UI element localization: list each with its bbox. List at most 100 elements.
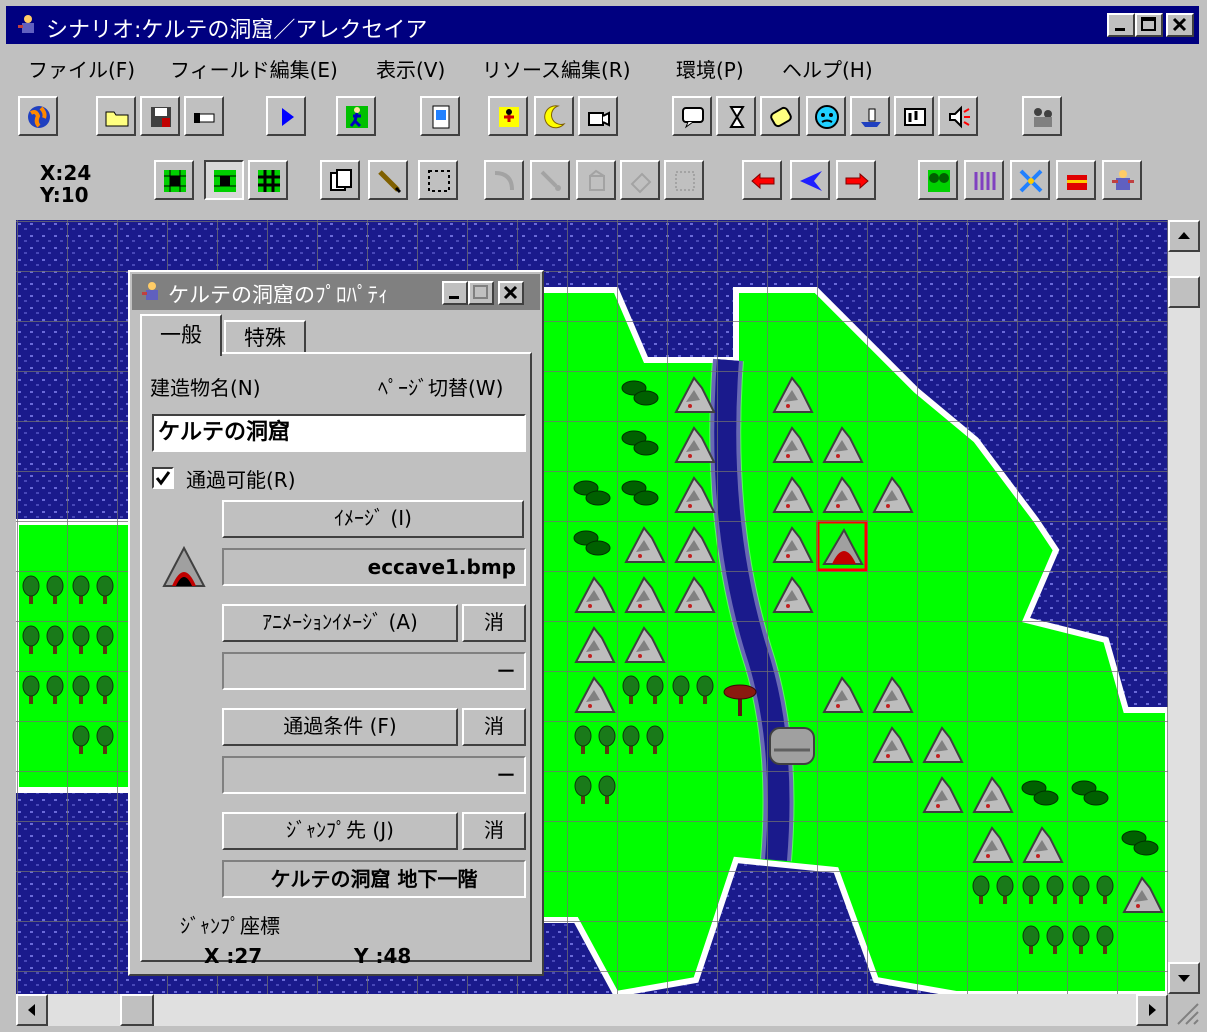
- checkmark-icon: [155, 471, 171, 486]
- party-button[interactable]: [1022, 96, 1062, 136]
- fence-button[interactable]: [964, 160, 1004, 200]
- sound-button[interactable]: [938, 96, 978, 136]
- tab-general[interactable]: 一般: [140, 314, 222, 356]
- menu-field-edit[interactable]: フィールド編集(E): [170, 54, 338, 83]
- jump-target-button[interactable]: ｼﾞｬﾝﾌﾟ先 (J): [222, 812, 458, 850]
- select-button[interactable]: [418, 160, 458, 200]
- passable-checkbox[interactable]: [152, 467, 174, 489]
- brush-button[interactable]: [530, 160, 570, 200]
- brush-icon: [540, 170, 561, 191]
- dialog-title: ケルテの洞窟のﾌﾟﾛﾊﾟﾃｨ: [168, 283, 389, 307]
- character-icon: [1112, 170, 1134, 190]
- select-rect-icon: [428, 170, 450, 192]
- forest-button[interactable]: [918, 160, 958, 200]
- camera-button[interactable]: [578, 96, 618, 136]
- arrow-left-icon: [751, 172, 775, 190]
- arrow-right-icon: [845, 172, 869, 190]
- arrow-right-small-icon: [1149, 1004, 1156, 1016]
- eraser-button[interactable]: [620, 160, 660, 200]
- night-button[interactable]: [534, 96, 574, 136]
- play-button[interactable]: [266, 96, 306, 136]
- page-switch-label[interactable]: ﾍﾟｰｼﾞ切替(W): [378, 372, 503, 401]
- folder-open-icon: [105, 111, 129, 127]
- clear-condition-button[interactable]: 消: [462, 708, 526, 746]
- walk-button[interactable]: [336, 96, 376, 136]
- pass-condition-button[interactable]: 通過条件 (F): [222, 708, 458, 746]
- paste-button[interactable]: [664, 160, 704, 200]
- battle-button[interactable]: [1010, 160, 1050, 200]
- menu-environment[interactable]: 環境(P): [676, 54, 744, 83]
- boat-button[interactable]: [850, 96, 890, 136]
- general-panel: 建造物名(N) ﾍﾟｰｼﾞ切替(W) ケルテの洞窟 通過可能(R) ｲﾒｰｼﾞ …: [140, 352, 532, 968]
- jump-y-value: Y :48: [354, 944, 412, 968]
- fill-button[interactable]: [576, 160, 616, 200]
- animation-image-button[interactable]: ｱﾆﾒｰｼｮﾝｲﾒｰｼﾞ (A): [222, 604, 458, 642]
- vertical-scrollbar[interactable]: [1168, 220, 1200, 994]
- open-button[interactable]: [96, 96, 136, 136]
- scroll-button[interactable]: [760, 96, 800, 136]
- arrow-back-button[interactable]: [790, 160, 830, 200]
- app-icon: [18, 15, 34, 33]
- image-filename: eccave1.bmp: [222, 548, 526, 586]
- clear-animation-button[interactable]: 消: [462, 604, 526, 642]
- maximize-icon: [1141, 17, 1156, 31]
- fence-icon: [974, 172, 996, 190]
- scroll-right-button[interactable]: [1136, 994, 1168, 1026]
- wait-button[interactable]: [716, 96, 756, 136]
- hourglass-icon: [729, 106, 745, 128]
- arrow-right-button[interactable]: [836, 160, 876, 200]
- scroll-up-button[interactable]: [1168, 220, 1200, 252]
- boat-icon: [861, 108, 881, 127]
- building-name-input[interactable]: ケルテの洞窟: [152, 414, 526, 452]
- treasure-button[interactable]: [1056, 160, 1096, 200]
- horizontal-scroll-thumb[interactable]: [120, 994, 154, 1026]
- image-button[interactable]: ｲﾒｰｼﾞ (I): [222, 500, 524, 538]
- dialog-title-bar[interactable]: ケルテの洞窟のﾌﾟﾛﾊﾟﾃｨ: [132, 274, 540, 310]
- treasure-icon: [1067, 175, 1087, 190]
- arrow-down-icon: [1178, 975, 1190, 982]
- message-button[interactable]: [672, 96, 712, 136]
- arrow-left-button[interactable]: [742, 160, 782, 200]
- dialog-minimize-button[interactable]: [442, 281, 468, 305]
- grid-mode-1-button[interactable]: [154, 160, 194, 200]
- character-button[interactable]: [1102, 160, 1142, 200]
- title-bar: シナリオ:ケルテの洞窟／アレクセイア: [6, 6, 1199, 44]
- scroll-left-button[interactable]: [16, 994, 48, 1026]
- dialog-maximize-button[interactable]: [468, 281, 494, 305]
- horizontal-scrollbar[interactable]: [16, 994, 1168, 1026]
- resize-grip[interactable]: [1168, 994, 1200, 1026]
- clear-jump-button[interactable]: 消: [462, 812, 526, 850]
- scroll-down-button[interactable]: [1168, 962, 1200, 994]
- stamp-button[interactable]: [320, 160, 360, 200]
- face-button[interactable]: [806, 96, 846, 136]
- document-icon: [432, 105, 450, 129]
- dancer-icon: [499, 107, 519, 127]
- pointer-button[interactable]: [184, 96, 224, 136]
- globe-button[interactable]: [18, 96, 58, 136]
- document-button[interactable]: [420, 96, 460, 136]
- close-button[interactable]: [1166, 13, 1194, 37]
- dialog-close-button[interactable]: [498, 281, 524, 305]
- pencil-button[interactable]: [368, 160, 408, 200]
- grid-mode-2-button[interactable]: [204, 160, 244, 200]
- minimize-button[interactable]: [1107, 13, 1135, 37]
- camera-icon: [588, 111, 610, 127]
- party-icon: [1034, 108, 1052, 127]
- walking-man-icon: [346, 106, 368, 128]
- save-button[interactable]: [140, 96, 180, 136]
- passable-label: 通過可能(R): [186, 468, 296, 492]
- menu-file[interactable]: ファイル(F): [28, 54, 135, 83]
- grid-mode-3-button[interactable]: [248, 160, 288, 200]
- vertical-scroll-thumb[interactable]: [1168, 276, 1200, 308]
- moon-icon: [544, 105, 566, 129]
- curve-button[interactable]: [484, 160, 524, 200]
- tab-special[interactable]: 特殊: [224, 320, 306, 354]
- music-button[interactable]: [894, 96, 934, 136]
- menu-view[interactable]: 表示(V): [376, 54, 445, 83]
- arrow-back-icon: [800, 171, 822, 191]
- menu-help[interactable]: ヘルプ(H): [782, 54, 873, 83]
- event-button[interactable]: [488, 96, 528, 136]
- menu-resource-edit[interactable]: リソース編集(R): [482, 54, 631, 83]
- maximize-icon: [473, 285, 488, 299]
- maximize-button[interactable]: [1135, 13, 1163, 37]
